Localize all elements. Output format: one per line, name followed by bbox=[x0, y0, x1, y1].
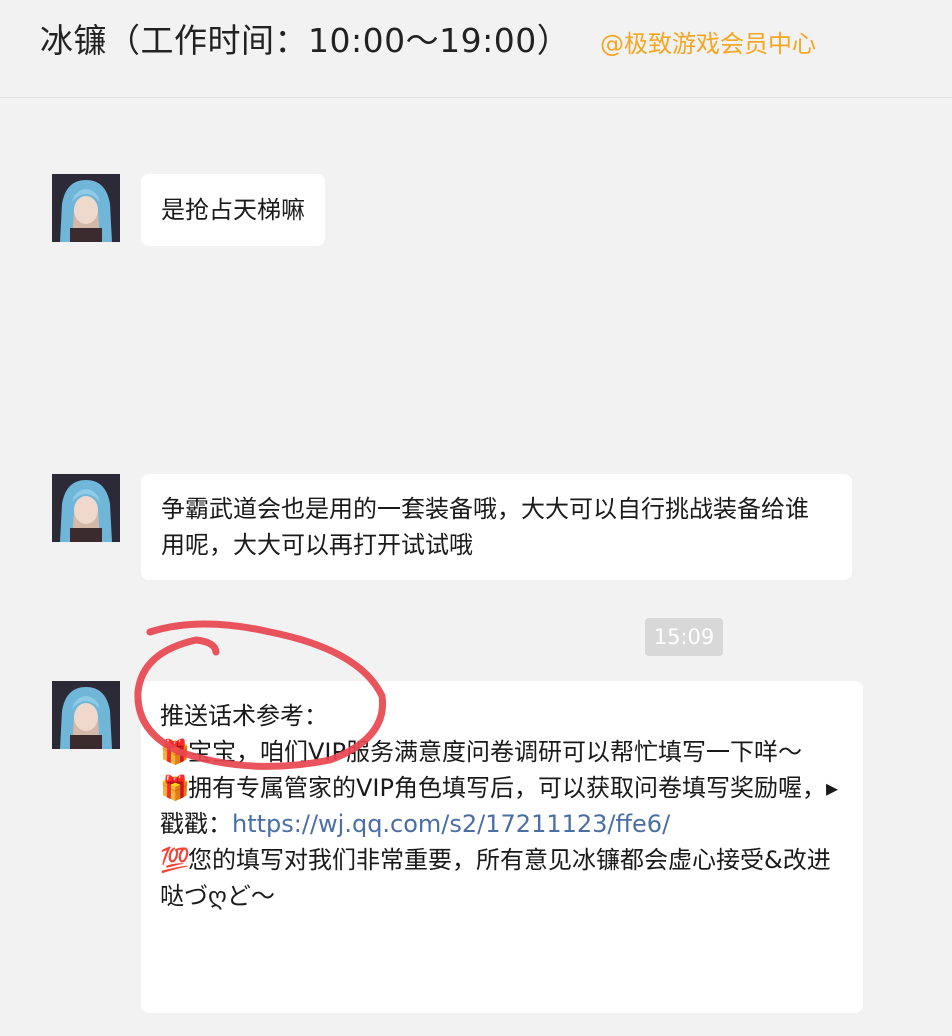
survey-link[interactable]: https://wj.qq.com/s2/17211123/ffe6/ bbox=[232, 810, 670, 838]
message-line-text: 您的填写对我们非常重要，所有意见冰镰都会虚心接受&改进哒づღど～ bbox=[160, 846, 831, 910]
message-bubble[interactable]: 推送话术参考： 🎁宝宝，咱们VIP服务满意度问卷调研可以帮忙填写一下咩～ 🎁拥有… bbox=[141, 681, 863, 1013]
message-text: 是抢占天梯嘛 bbox=[161, 196, 305, 224]
org-label[interactable]: @极致游戏会员中心 bbox=[600, 24, 816, 59]
avatar[interactable] bbox=[52, 474, 120, 542]
gift-icon: 🎁 bbox=[160, 738, 190, 766]
hundred-points-icon: 💯 bbox=[160, 846, 190, 874]
message-line-text: 拥有专属管家的VIP角色填写后，可以获取问卷填写奖励喔， bbox=[188, 774, 826, 802]
message-line: 💯您的填写对我们非常重要，所有意见冰镰都会虚心接受&改进哒づღど～ bbox=[160, 842, 844, 914]
avatar[interactable] bbox=[52, 681, 120, 749]
avatar[interactable] bbox=[52, 174, 120, 242]
gift-icon: 🎁 bbox=[160, 774, 190, 802]
message-line: 🎁宝宝，咱们VIP服务满意度问卷调研可以帮忙填写一下咩～ bbox=[160, 734, 844, 770]
message-line: 推送话术参考： bbox=[160, 702, 328, 730]
message-line: 🎁拥有专属管家的VIP角色填写后，可以获取问卷填写奖励喔，▸戳戳：https:/… bbox=[160, 770, 844, 842]
timestamp: 15:09 bbox=[645, 618, 723, 656]
chat-title: 冰镰（工作时间：10:00～19:00） bbox=[40, 21, 571, 60]
message-line-text: 宝宝，咱们VIP服务满意度问卷调研可以帮忙填写一下咩～ bbox=[188, 738, 802, 766]
message-bubble[interactable]: 争霸武道会也是用的一套装备哦，大大可以自行挑战装备给谁用呢，大大可以再打开试试哦 bbox=[141, 474, 852, 580]
message-text: 争霸武道会也是用的一套装备哦，大大可以自行挑战装备给谁用呢，大大可以再打开试试哦 bbox=[161, 495, 809, 559]
chat-header: 冰镰（工作时间：10:00～19:00） @极致游戏会员中心 bbox=[0, 0, 952, 98]
message-bubble[interactable]: 是抢占天梯嘛 bbox=[141, 174, 325, 246]
